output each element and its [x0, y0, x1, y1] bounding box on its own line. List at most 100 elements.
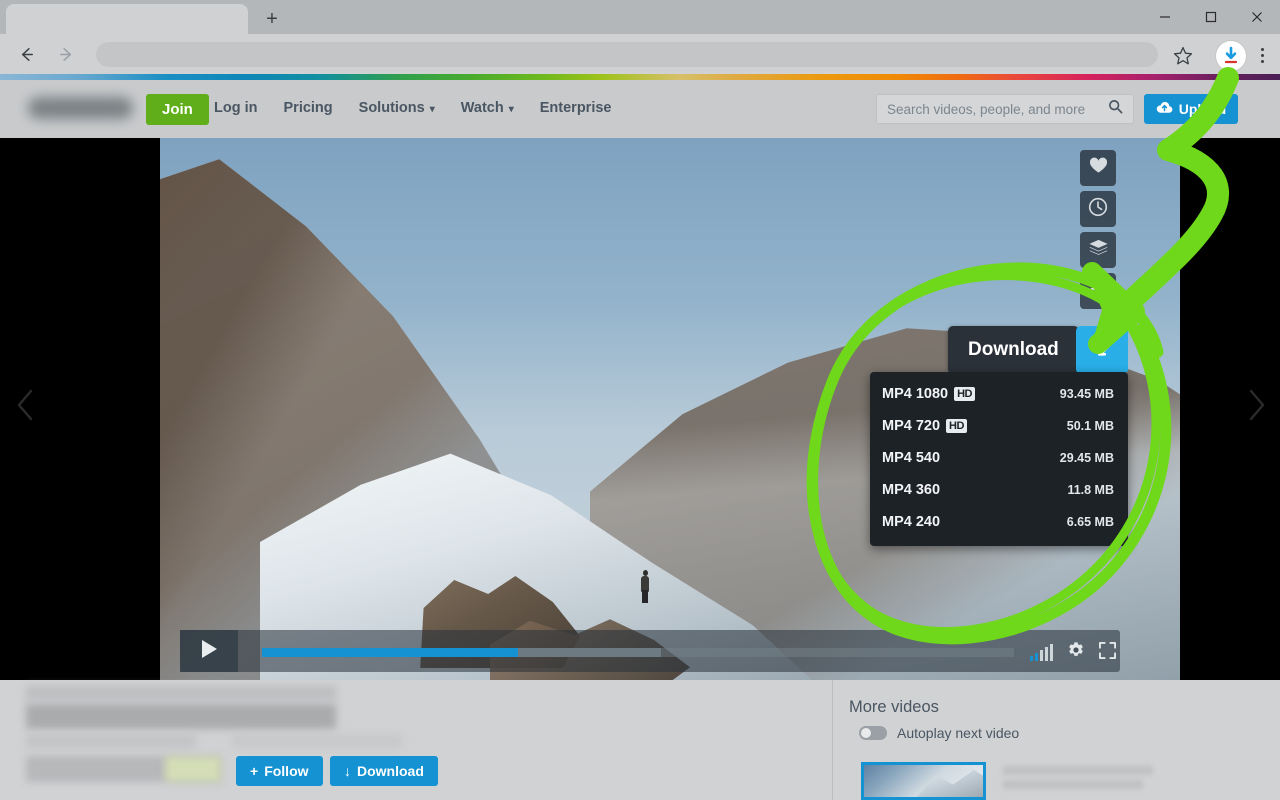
hd-badge: HD [954, 387, 975, 402]
download-option-label-wrap: MP4 540 [882, 450, 940, 466]
upload-button[interactable]: Upload [1144, 94, 1238, 124]
download-option-label-wrap: MP4 1080 HD [882, 386, 975, 402]
new-tab-button[interactable]: + [258, 6, 286, 32]
progress-played [262, 648, 518, 657]
nav-item-label: Watch [461, 100, 504, 116]
next-video-button[interactable] [1232, 381, 1280, 429]
volume-bars-icon[interactable] [1030, 645, 1053, 661]
nav-item-label: Pricing [284, 100, 333, 116]
nav-item-enterprise[interactable]: Enterprise [540, 100, 612, 116]
address-bar[interactable] [96, 42, 1158, 67]
chevron-down-icon: ▾ [509, 104, 514, 115]
download-option-size: 29.45 MB [1060, 451, 1114, 465]
download-option-size: 50.1 MB [1067, 419, 1114, 433]
follow-button-label: Follow [264, 763, 308, 779]
gear-icon[interactable] [1067, 641, 1085, 664]
download-tooltip[interactable]: Download [948, 326, 1079, 374]
download-option-label-wrap: MP4 240 [882, 514, 940, 530]
heart-icon [1089, 157, 1108, 179]
download-option-size: 6.65 MB [1067, 515, 1114, 529]
climber-figure [639, 570, 651, 604]
more-videos-section: More videos Autoplay next video [832, 680, 1280, 800]
video-title-placeholder [26, 704, 336, 729]
nav-item-solutions[interactable]: Solutions ▾ [359, 100, 435, 116]
related-video-thumbnail[interactable] [861, 762, 986, 800]
video-tag-placeholder [165, 756, 221, 782]
download-option-row[interactable]: MP4 360 11.8 MB [870, 474, 1128, 506]
bottom-panel: More videos Autoplay next video [0, 680, 1280, 800]
clock-icon [1088, 197, 1108, 222]
progress-bar[interactable] [262, 648, 1014, 657]
nav-item-watch[interactable]: Watch ▾ [461, 100, 514, 116]
nav-item-label: Enterprise [540, 100, 612, 116]
plus-icon: + [250, 763, 258, 779]
download-option-row[interactable]: MP4 540 29.45 MB [870, 442, 1128, 474]
star-icon[interactable] [1172, 45, 1194, 67]
forward-arrow-icon[interactable] [49, 37, 83, 71]
play-icon [199, 638, 219, 665]
like-button[interactable] [1080, 150, 1116, 186]
collections-button[interactable] [1080, 232, 1116, 268]
browser-toolbar [0, 34, 1280, 74]
cloud-upload-icon [1156, 101, 1173, 117]
window-controls [1142, 0, 1280, 34]
download-extension-icon[interactable] [1216, 41, 1246, 71]
download-arrow-icon [1091, 337, 1113, 364]
nav-item-pricing[interactable]: Pricing [284, 100, 333, 116]
download-option-label: MP4 240 [882, 514, 940, 530]
download-option-row[interactable]: MP4 720 HD 50.1 MB [870, 410, 1128, 442]
previous-video-button[interactable] [2, 381, 50, 429]
page-download-button-label: Download [357, 763, 424, 779]
search-icon[interactable] [1108, 99, 1123, 119]
download-option-label: MP4 360 [882, 482, 940, 498]
site-logo[interactable] [28, 97, 133, 119]
screenshot-root: + [0, 0, 1280, 800]
more-videos-title: More videos [849, 698, 939, 717]
related-video-title-placeholder [1003, 766, 1153, 794]
nav-item-label: Log in [214, 100, 258, 116]
video-action-rail [1080, 150, 1116, 309]
download-option-label: MP4 540 [882, 450, 940, 466]
nav-item-login[interactable]: Log in [214, 100, 258, 116]
join-button[interactable]: Join [146, 94, 209, 125]
download-option-label: MP4 720 [882, 418, 940, 434]
browser-tab[interactable] [6, 4, 248, 34]
download-option-size: 93.45 MB [1060, 387, 1114, 401]
search-box[interactable] [876, 94, 1134, 124]
download-button[interactable] [1076, 326, 1128, 374]
video-meta-placeholder [26, 686, 336, 700]
autoplay-toggle[interactable] [859, 726, 887, 740]
download-option-row[interactable]: MP4 240 6.65 MB [870, 506, 1128, 538]
maximize-icon[interactable] [1188, 0, 1234, 34]
minimize-icon[interactable] [1142, 0, 1188, 34]
share-button[interactable] [1080, 273, 1116, 309]
back-arrow-icon[interactable] [9, 37, 43, 71]
player-right-controls [1030, 641, 1116, 664]
autoplay-row[interactable]: Autoplay next video [859, 725, 1019, 741]
video-stats-placeholder [232, 734, 402, 748]
thumbnail-image [864, 765, 983, 797]
download-option-label-wrap: MP4 360 [882, 482, 940, 498]
download-option-size: 11.8 MB [1067, 483, 1114, 497]
search-input[interactable] [887, 102, 1108, 117]
chevron-down-icon: ▾ [430, 104, 435, 115]
nav-item-label: Solutions [359, 100, 425, 116]
hd-badge: HD [946, 419, 967, 434]
watch-later-button[interactable] [1080, 191, 1116, 227]
kebab-menu-icon[interactable] [1254, 44, 1270, 66]
download-option-row[interactable]: MP4 1080 HD 93.45 MB [870, 378, 1128, 410]
close-icon[interactable] [1234, 0, 1280, 34]
download-options-list: MP4 1080 HD 93.45 MB MP4 720 HD 50.1 MB … [870, 372, 1128, 546]
download-option-label-wrap: MP4 720 HD [882, 418, 967, 434]
fullscreen-icon[interactable] [1099, 642, 1116, 664]
page-download-button[interactable]: ↓ Download [330, 756, 438, 786]
paper-plane-icon [1088, 279, 1109, 303]
upload-button-label: Upload [1179, 101, 1226, 117]
download-option-label: MP4 1080 [882, 386, 948, 402]
play-button[interactable] [180, 630, 238, 672]
site-nav: Log in Pricing Solutions ▾ Watch ▾ Enter… [214, 100, 611, 116]
follow-button[interactable]: + Follow [236, 756, 323, 786]
download-arrow-glyph-icon: ↓ [344, 763, 351, 779]
autoplay-label: Autoplay next video [897, 725, 1019, 741]
video-author-placeholder [26, 734, 196, 748]
